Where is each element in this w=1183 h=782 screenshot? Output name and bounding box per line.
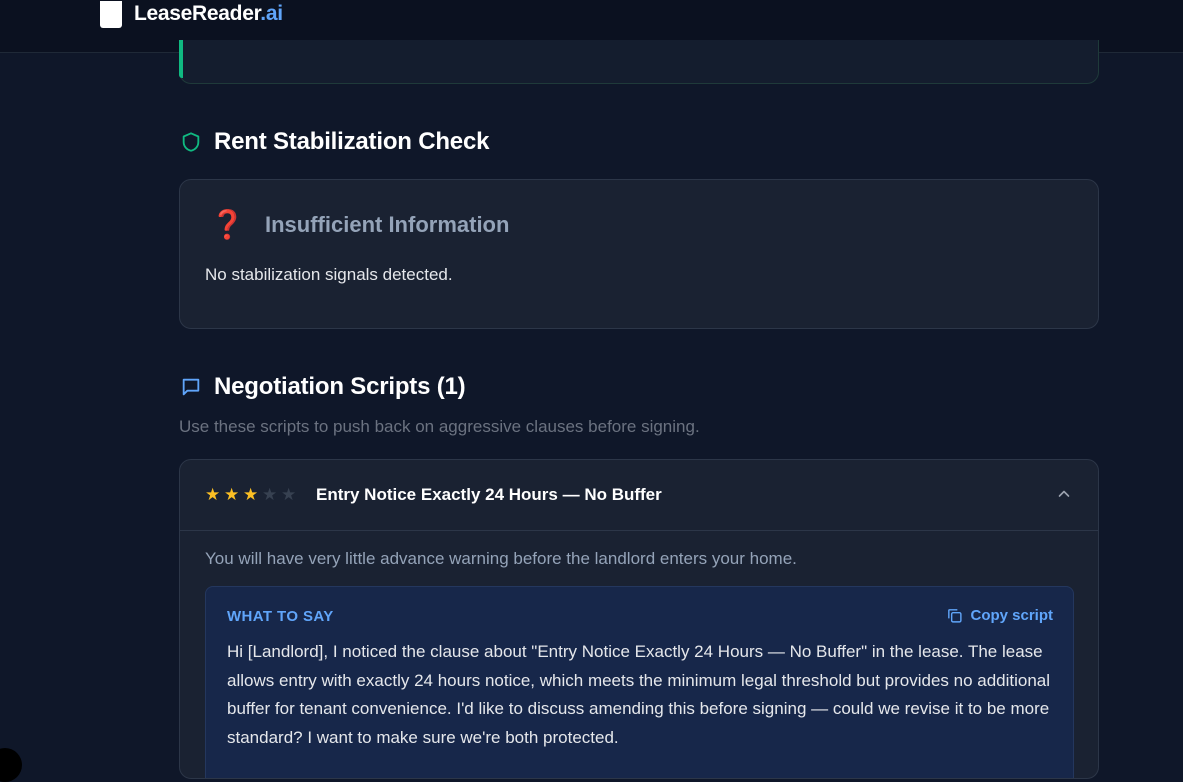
stabilization-status-label: Insufficient Information [265, 211, 510, 237]
negotiation-section-header: Negotiation Scripts (1) [179, 373, 466, 401]
shield-icon [179, 130, 203, 154]
star-filled-icon: ★ [243, 485, 259, 504]
stabilization-heading: Rent Stabilization Check [214, 128, 490, 155]
what-to-say-box: WHAT TO SAY Copy script Hi [Landlord], I… [205, 586, 1074, 778]
script-description: You will have very little advance warnin… [205, 549, 797, 568]
stabilization-section-header: Rent Stabilization Check [179, 128, 489, 156]
card-accent-bar [179, 40, 183, 78]
previous-section-card [179, 40, 1099, 84]
star-empty-icon: ★ [281, 485, 297, 504]
star-filled-icon: ★ [224, 485, 240, 504]
stabilization-status: ❓ Insufficient Information [210, 208, 509, 241]
brand-logo[interactable]: LeaseReader.ai [100, 0, 283, 28]
star-empty-icon: ★ [262, 485, 278, 504]
negotiation-heading: Negotiation Scripts (1) [214, 373, 466, 400]
stabilization-card: ❓ Insufficient Information No stabilizat… [179, 179, 1099, 329]
script-text: Hi [Landlord], I noticed the clause abou… [227, 642, 1051, 747]
script-title: Entry Notice Exactly 24 Hours — No Buffe… [316, 485, 662, 504]
brand-name: LeaseReader.ai [134, 2, 283, 25]
negotiation-subtitle: Use these scripts to push back on aggres… [179, 417, 700, 436]
what-to-say-label: WHAT TO SAY [227, 608, 334, 625]
stabilization-description: No stabilization signals detected. [205, 265, 453, 284]
copy-script-button[interactable]: Copy script [946, 607, 1053, 624]
copy-script-label: Copy script [970, 607, 1053, 624]
copy-icon [948, 609, 963, 623]
question-mark-icon: ❓ [210, 209, 245, 240]
floating-action-button[interactable] [0, 748, 22, 782]
script-card-header[interactable]: ★ ★ ★ ★ ★ Entry Notice Exactly 24 Hours — No… [180, 460, 1098, 531]
severity-rating: ★ ★ ★ ★ ★ [205, 485, 300, 505]
star-filled-icon: ★ [205, 485, 221, 504]
script-card: ★ ★ ★ ★ ★ Entry Notice Exactly 24 Hours — No… [179, 459, 1099, 779]
chevron-up-icon[interactable] [1056, 486, 1072, 502]
chat-bubble-icon [179, 375, 203, 399]
logo-mark-icon [100, 0, 122, 28]
